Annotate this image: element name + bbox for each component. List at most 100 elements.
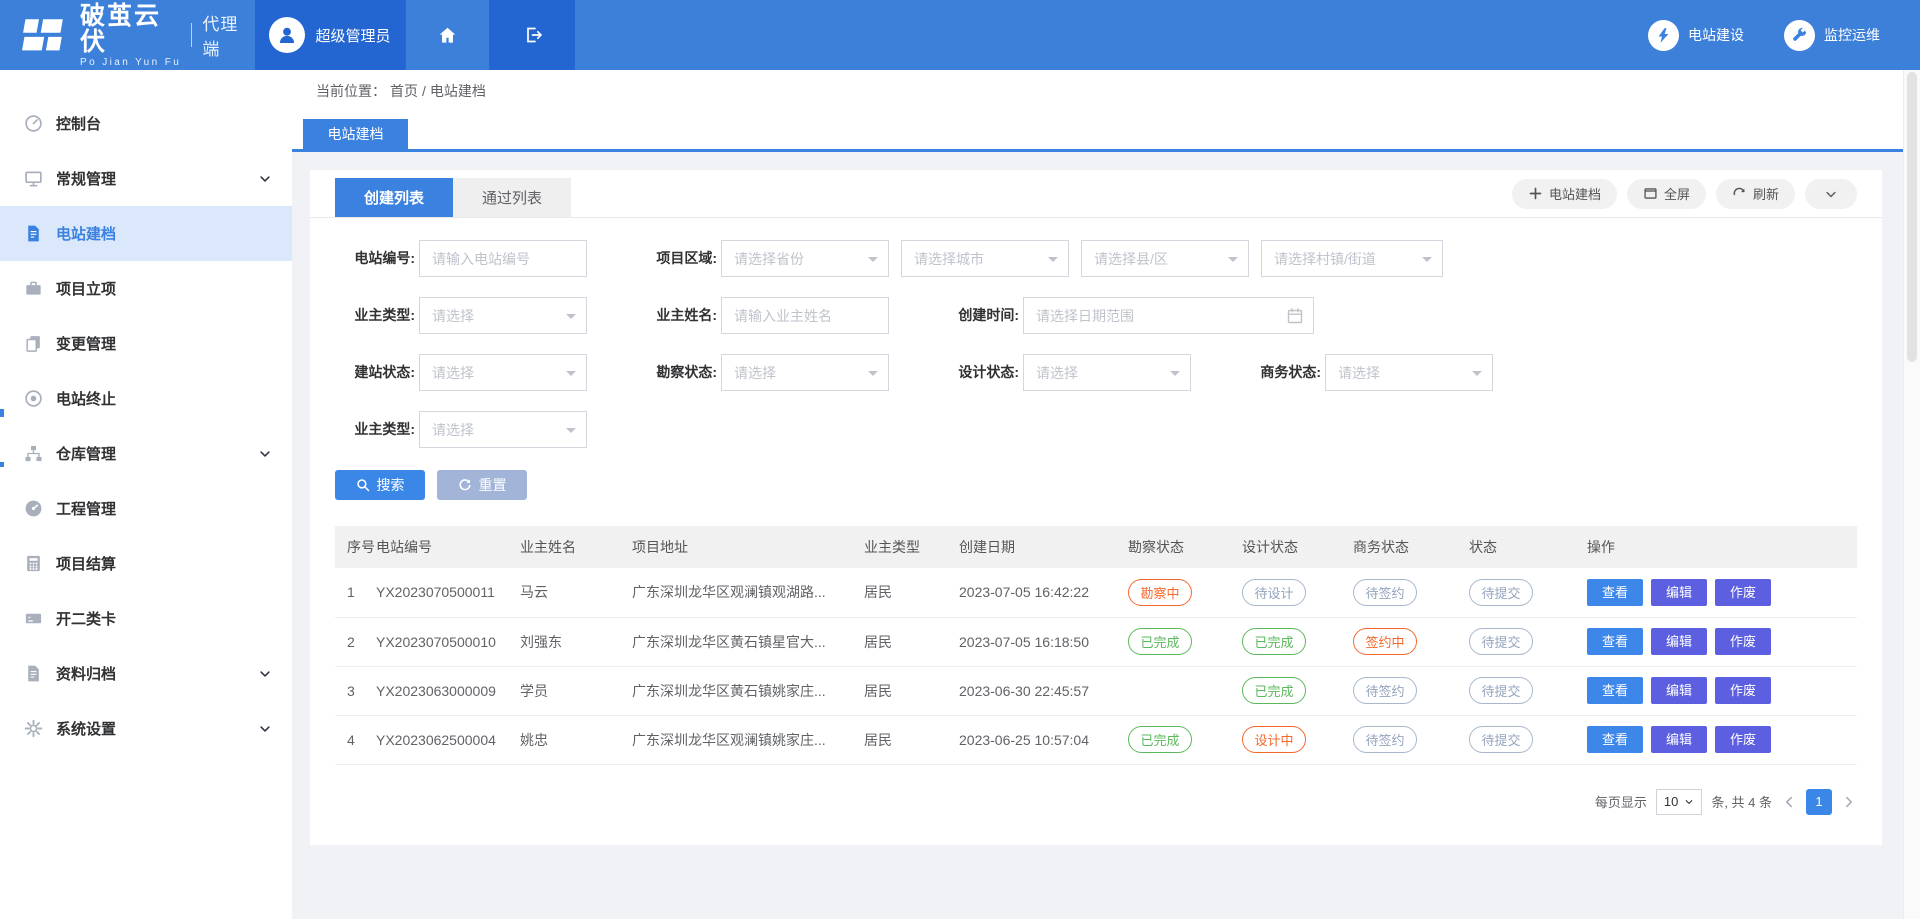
sidebar-item-label: 项目结算 xyxy=(56,553,116,574)
page-tab-strip: 电站建档 xyxy=(292,112,1920,152)
logo-title: 破茧云伏 xyxy=(80,3,185,55)
sidebar-scrollbar-thumb[interactable] xyxy=(0,462,4,467)
status-badge: 待提交 xyxy=(1469,677,1533,704)
refresh-button[interactable]: 刷新 xyxy=(1716,179,1795,209)
owner-name-input-field[interactable] xyxy=(734,308,876,324)
void-button[interactable]: 作废 xyxy=(1715,628,1771,655)
page-scrollbar-thumb[interactable] xyxy=(1907,72,1917,362)
edit-button[interactable]: 编辑 xyxy=(1651,726,1707,753)
tab-passed-list[interactable]: 通过列表 xyxy=(453,178,571,217)
sidebar-item-label: 变更管理 xyxy=(56,333,116,354)
view-button[interactable]: 查看 xyxy=(1587,726,1643,753)
owner-type-cell: 居民 xyxy=(864,715,959,764)
page-size-select[interactable]: 10 xyxy=(1656,789,1702,815)
void-button[interactable]: 作废 xyxy=(1715,579,1771,606)
sidebar-item-project-settlement[interactable]: 项目结算 xyxy=(0,536,292,591)
sidebar-scrollbar-thumb[interactable] xyxy=(0,409,4,417)
sidebar-item-second-class-card[interactable]: 开二类卡 xyxy=(0,591,292,646)
fullscreen-button[interactable]: 全屏 xyxy=(1627,179,1706,209)
fullscreen-label: 全屏 xyxy=(1664,184,1690,203)
column-header: 设计状态 xyxy=(1242,526,1353,568)
select-arrow-icon xyxy=(1422,257,1432,267)
edit-button[interactable]: 编辑 xyxy=(1651,579,1707,606)
design-status-select[interactable]: 请选择 xyxy=(1023,354,1191,391)
station-table: 序号电站编号业主姓名项目地址业主类型创建日期勘察状态设计状态商务状态状态操作 1… xyxy=(335,526,1857,765)
collapse-toolbar-button[interactable] xyxy=(1805,179,1857,209)
breadcrumb-home-link[interactable]: 首页 xyxy=(390,81,418,101)
bolt-icon xyxy=(1648,20,1679,51)
owner-type2-select[interactable]: 请选择 xyxy=(419,411,587,448)
city-select[interactable]: 请选择城市 xyxy=(901,240,1069,277)
sidebar-item-console[interactable]: 控制台 xyxy=(0,96,292,151)
business-status-select[interactable]: 请选择 xyxy=(1325,354,1493,391)
home-button[interactable] xyxy=(405,0,490,70)
address-cell: 广东深圳龙华区观澜镇姚家庄... xyxy=(632,715,864,764)
nav-monitor-ops[interactable]: 监控运维 xyxy=(1784,0,1880,70)
user-name: 超级管理员 xyxy=(315,25,390,46)
sidebar-item-label: 工程管理 xyxy=(56,498,116,519)
next-page-button[interactable] xyxy=(1841,794,1857,810)
status-cell: 待提交 xyxy=(1469,666,1587,715)
station-no-cell: YX2023063000009 xyxy=(376,666,520,715)
sidebar-item-system-settings[interactable]: 系统设置 xyxy=(0,701,292,756)
owner-type-cell: 居民 xyxy=(864,617,959,666)
select-arrow-icon xyxy=(1228,257,1238,267)
edit-button[interactable]: 编辑 xyxy=(1651,677,1707,704)
page-number-current[interactable]: 1 xyxy=(1806,789,1832,815)
avatar xyxy=(269,17,305,53)
sidebar-item-station-termination[interactable]: 电站终止 xyxy=(0,371,292,426)
actions-cell: 查看编辑作废 xyxy=(1587,715,1857,764)
per-page-label: 每页显示 xyxy=(1595,792,1647,811)
chevron-down-icon xyxy=(258,667,272,681)
station-no-input[interactable] xyxy=(419,240,587,277)
add-station-button[interactable]: 电站建档 xyxy=(1512,179,1617,209)
county-select[interactable]: 请选择县/区 xyxy=(1081,240,1249,277)
create-time-input-field[interactable] xyxy=(1036,308,1301,324)
nav-station-build[interactable]: 电站建设 xyxy=(1648,0,1744,70)
prev-page-button[interactable] xyxy=(1781,794,1797,810)
sidebar-item-change-management[interactable]: 变更管理 xyxy=(0,316,292,371)
sidebar-item-engineering-management[interactable]: 工程管理 xyxy=(0,481,292,536)
station-no-input-field[interactable] xyxy=(432,251,574,267)
province-select[interactable]: 请选择省份 xyxy=(721,240,889,277)
actions-cell: 查看编辑作废 xyxy=(1587,617,1857,666)
status-badge: 签约中 xyxy=(1353,628,1417,655)
view-button[interactable]: 查看 xyxy=(1587,677,1643,704)
view-button[interactable]: 查看 xyxy=(1587,579,1643,606)
owner-type-cell: 居民 xyxy=(864,666,959,715)
county-placeholder: 请选择县/区 xyxy=(1094,249,1168,269)
search-button[interactable]: 搜索 xyxy=(335,470,425,500)
logout-button[interactable] xyxy=(490,0,575,70)
table-row: 3YX2023063000009学员广东深圳龙华区黄石镇姚家庄...居民2023… xyxy=(335,666,1857,715)
sidebar-item-project-initiation[interactable]: 项目立项 xyxy=(0,261,292,316)
sidebar-item-station-archive[interactable]: 电站建档 xyxy=(0,206,292,261)
village-select[interactable]: 请选择村镇/街道 xyxy=(1261,240,1443,277)
reset-button[interactable]: 重置 xyxy=(437,470,527,500)
page-scrollbar[interactable] xyxy=(1903,70,1920,919)
row-index: 4 xyxy=(335,715,376,764)
user-menu[interactable]: 超级管理员 xyxy=(255,0,405,70)
main-content: 当前位置： 首页 / 电站建档 电站建档 创建列表 通过列表 电站建档 全屏 xyxy=(292,70,1920,919)
sidebar-item-data-archive[interactable]: 资料归档 xyxy=(0,646,292,701)
create-time-range-input[interactable] xyxy=(1023,297,1314,334)
status-badge: 已完成 xyxy=(1128,628,1192,655)
void-button[interactable]: 作废 xyxy=(1715,677,1771,704)
owner-name-input[interactable] xyxy=(721,297,889,334)
edit-button[interactable]: 编辑 xyxy=(1651,628,1707,655)
status-badge: 待签约 xyxy=(1353,677,1417,704)
status-cell: 待设计 xyxy=(1242,568,1353,617)
address-cell: 广东深圳龙华区黄石镇星官大... xyxy=(632,617,864,666)
village-placeholder: 请选择村镇/街道 xyxy=(1274,249,1376,269)
chevron-down-icon xyxy=(1684,797,1694,807)
terminate-icon xyxy=(24,389,43,408)
void-button[interactable]: 作废 xyxy=(1715,726,1771,753)
survey-status-select[interactable]: 请选择 xyxy=(721,354,889,391)
tab-create-list[interactable]: 创建列表 xyxy=(335,178,453,217)
sidebar-item-general-management[interactable]: 常规管理 xyxy=(0,151,292,206)
page-tab-station-archive[interactable]: 电站建档 xyxy=(303,119,408,149)
owner-name-label: 业主姓名: xyxy=(637,297,717,334)
build-status-select[interactable]: 请选择 xyxy=(419,354,587,391)
view-button[interactable]: 查看 xyxy=(1587,628,1643,655)
owner-type-select[interactable]: 请选择 xyxy=(419,297,587,334)
sidebar-item-warehouse-management[interactable]: 仓库管理 xyxy=(0,426,292,481)
